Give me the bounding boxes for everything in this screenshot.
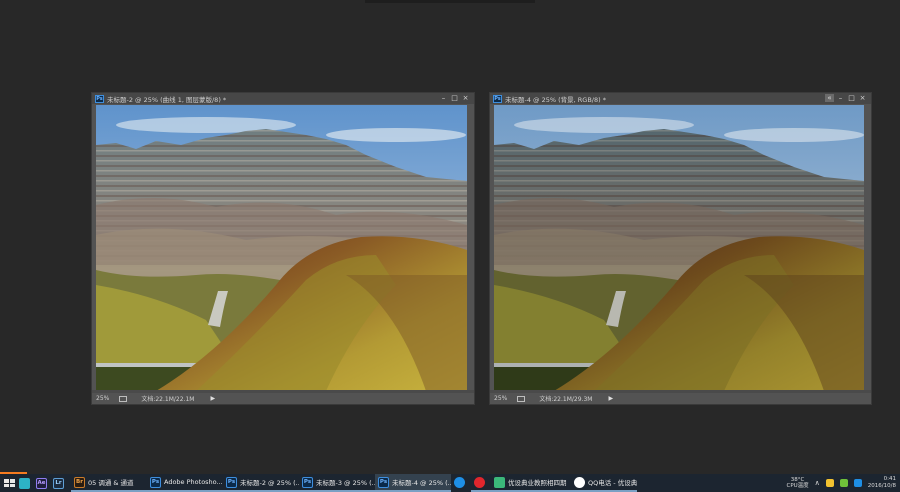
close-button[interactable]: × bbox=[461, 94, 470, 102]
maximize-button[interactable]: □ bbox=[450, 94, 459, 102]
lightroom-icon: Lr bbox=[53, 477, 64, 489]
photoshop-icon: Ps bbox=[378, 476, 389, 488]
status-bar: 25% 文档:22.1M/22.1M ▶ bbox=[92, 393, 474, 404]
minimize-button[interactable]: – bbox=[439, 94, 448, 102]
taskbar-task-bridge[interactable]: Br 05 调通 & 通道 bbox=[71, 474, 147, 492]
photoshop-icon: Ps bbox=[302, 476, 313, 488]
clock-date: 2016/10/8 bbox=[867, 483, 896, 489]
document-titlebar[interactable]: Ps 未标题-4 @ 25% (背景, RGB/8) * « – □ × bbox=[490, 93, 871, 104]
taskbar-task-qq-call[interactable]: QQ电话 - 优设典... bbox=[571, 474, 637, 492]
photoshop-icon: Ps bbox=[95, 94, 104, 103]
zoom-level[interactable]: 25% bbox=[96, 395, 109, 402]
photoshop-icon: Ps bbox=[150, 476, 161, 488]
taskbar-task-photoshop[interactable]: Ps Adobe Photosho... bbox=[147, 474, 223, 492]
netease-music-icon bbox=[474, 476, 485, 488]
task-label: 05 调通 & 通道 bbox=[88, 479, 134, 487]
taskbar-pinned-browser[interactable] bbox=[16, 474, 33, 492]
qq-browser-icon bbox=[454, 476, 465, 488]
taskbar-pinned-after-effects[interactable]: Ae bbox=[33, 474, 50, 492]
browser-icon bbox=[19, 477, 30, 489]
system-tray: 38°C CPU温度 ∧ 0:41 2016/10/8 bbox=[786, 474, 900, 492]
clock-time: 0:41 bbox=[883, 476, 896, 482]
document-window-2[interactable]: Ps 未标题-4 @ 25% (背景, RGB/8) * « – □ × 25%… bbox=[489, 92, 872, 405]
taskbar-task-app[interactable]: 优设典业教照相四期 bbox=[491, 474, 571, 492]
landscape-image bbox=[494, 105, 864, 391]
taskbar-task-qq-browser[interactable] bbox=[451, 474, 471, 492]
windows-start-icon[interactable] bbox=[2, 477, 16, 489]
taskbar-pinned-lightroom[interactable]: Lr bbox=[50, 474, 67, 492]
chevron-up-icon[interactable]: ∧ bbox=[815, 479, 820, 487]
export-icon[interactable] bbox=[517, 395, 526, 402]
top-bar-fragment bbox=[365, 0, 535, 3]
minimize-button[interactable]: – bbox=[836, 94, 845, 102]
task-label: QQ电话 - 优设典... bbox=[588, 479, 637, 487]
document-size: 文档:22.1M/22.1M bbox=[141, 396, 195, 403]
status-menu-arrow-icon[interactable]: ▶ bbox=[608, 395, 613, 402]
close-button[interactable]: × bbox=[858, 94, 867, 102]
document-size: 文档:22.1M/29.3M bbox=[539, 396, 593, 403]
export-icon[interactable] bbox=[119, 395, 128, 402]
taskbar: Ae Lr Br 05 调通 & 通道 Ps Adobe Photosho...… bbox=[0, 474, 900, 492]
document-titlebar[interactable]: Ps 未标题-2 @ 25% (曲线 1, 图层蒙版/8) * – □ × bbox=[92, 93, 474, 104]
after-effects-icon: Ae bbox=[36, 477, 47, 489]
tray-app-icon[interactable] bbox=[853, 479, 862, 487]
cpu-temperature[interactable]: 38°C CPU温度 bbox=[786, 477, 808, 489]
tray-app-icon[interactable] bbox=[825, 479, 834, 487]
cpu-temp-label: CPU温度 bbox=[786, 483, 809, 489]
maximize-button[interactable]: □ bbox=[847, 94, 856, 102]
task-label: Adobe Photosho... bbox=[164, 478, 223, 486]
status-bar: 25% 文档:22.1M/29.3M ▶ bbox=[490, 393, 871, 404]
bridge-icon: Br bbox=[74, 476, 85, 488]
taskbar-task-doc-3[interactable]: Ps 未标题-3 @ 25% (... bbox=[299, 474, 375, 492]
task-label: 未标题-2 @ 25% (... bbox=[240, 479, 299, 487]
photoshop-icon: Ps bbox=[493, 94, 502, 103]
tray-app-icon[interactable] bbox=[839, 479, 848, 487]
qq-icon bbox=[574, 476, 585, 488]
document-canvas[interactable] bbox=[96, 105, 467, 391]
status-menu-arrow-icon[interactable]: ▶ bbox=[210, 395, 215, 402]
landscape-image bbox=[96, 105, 467, 391]
taskbar-task-doc-2[interactable]: Ps 未标题-2 @ 25% (... bbox=[223, 474, 299, 492]
taskbar-task-netease-music[interactable] bbox=[471, 474, 491, 492]
document-title: 未标题-4 @ 25% (背景, RGB/8) * bbox=[505, 95, 606, 104]
task-label: 未标题-3 @ 25% (... bbox=[316, 479, 375, 487]
taskbar-task-doc-4[interactable]: Ps 未标题-4 @ 25% (... bbox=[375, 474, 451, 492]
task-label: 优设典业教照相四期 bbox=[508, 479, 567, 487]
zoom-level[interactable]: 25% bbox=[494, 395, 507, 402]
photoshop-icon: Ps bbox=[226, 476, 237, 488]
document-window-1[interactable]: Ps 未标题-2 @ 25% (曲线 1, 图层蒙版/8) * – □ × 25… bbox=[91, 92, 475, 405]
clock[interactable]: 0:41 2016/10/8 bbox=[868, 476, 896, 490]
workspace: Ps 未标题-2 @ 25% (曲线 1, 图层蒙版/8) * – □ × 25… bbox=[0, 0, 900, 492]
document-canvas[interactable] bbox=[494, 105, 864, 391]
task-label: 未标题-4 @ 25% (... bbox=[392, 479, 451, 487]
document-title: 未标题-2 @ 25% (曲线 1, 图层蒙版/8) * bbox=[107, 95, 227, 104]
app-icon bbox=[494, 476, 505, 488]
collapse-panels-button[interactable]: « bbox=[825, 94, 834, 102]
